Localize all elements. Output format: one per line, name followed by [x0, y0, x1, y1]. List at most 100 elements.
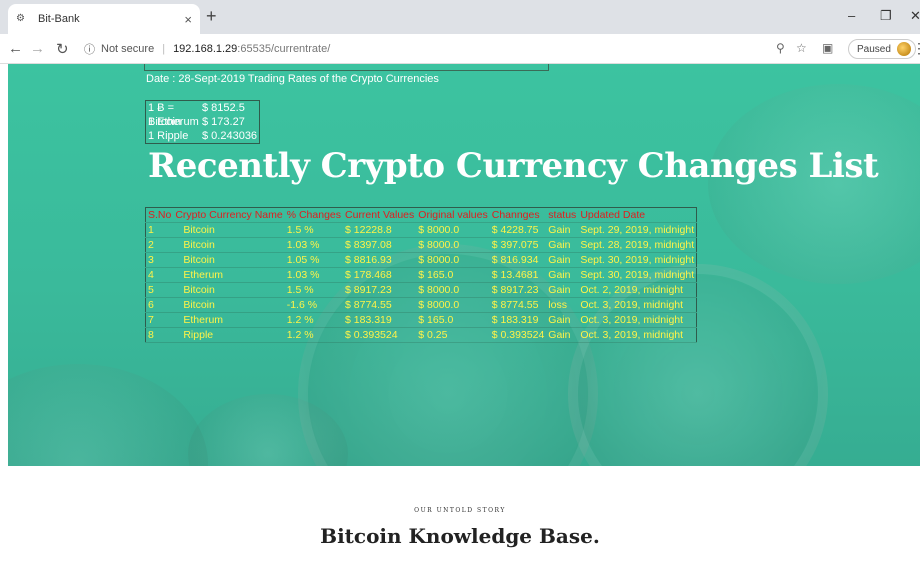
- table-cell: $ 183.319: [489, 312, 547, 328]
- date-line: Date : 28-Sept-2019 Trading Rates of the…: [146, 73, 439, 85]
- not-secure-label: Not secure: [101, 43, 155, 55]
- table-cell: 1.03 %: [284, 267, 344, 283]
- table-row: 2 Bitcoin 1.03 % $ 8397.08 $ 8000.0 $ 397.075…: [145, 237, 697, 253]
- table-cell: Gain: [546, 222, 579, 238]
- table-header-row: S.No Crypto Currency Name % Changes Curr…: [145, 207, 697, 223]
- coin-graphic: [8, 364, 208, 466]
- tab-close-icon[interactable]: ×: [184, 12, 192, 27]
- back-icon[interactable]: ←: [8, 40, 23, 57]
- column-header: status: [546, 207, 579, 223]
- minimize-icon[interactable]: –: [848, 8, 855, 23]
- avatar: [896, 42, 911, 56]
- reload-icon[interactable]: ↻: [56, 40, 69, 58]
- rate-row: 1 Ƀ = Bitcoin $ 8152.5: [146, 101, 259, 128]
- restore-icon[interactable]: ❐: [880, 8, 892, 24]
- column-header: Channges: [489, 207, 547, 223]
- table-cell: 2: [145, 237, 174, 253]
- table-cell: Etherum: [173, 267, 285, 283]
- table-cell: Gain: [546, 312, 579, 328]
- table-cell: Ripple: [173, 327, 285, 343]
- table-cell: Gain: [546, 237, 579, 253]
- table-cell: 1.2 %: [284, 327, 344, 343]
- rate-value: $ 0.243036: [202, 130, 258, 142]
- table-cell: $ 816.934: [489, 252, 547, 268]
- url-field[interactable]: ⓘ Not secure | 192.168.1.29 :65535/curre…: [84, 38, 774, 60]
- table-cell: 3: [145, 252, 174, 268]
- zoom-icon[interactable]: ⚲: [776, 41, 785, 55]
- table-cell: $ 13.4681: [489, 267, 547, 283]
- table-cell: Bitcoin: [173, 222, 285, 238]
- table-cell: Gain: [546, 282, 579, 298]
- table-cell: $ 165.0: [416, 312, 490, 328]
- table-row: 6 Bitcoin -1.6 % $ 8774.55 $ 8000.0 $ 8774.55…: [145, 297, 697, 313]
- new-tab-button[interactable]: +: [206, 6, 217, 27]
- table-cell: $ 8000.0: [416, 297, 490, 313]
- table-cell: $ 0.393524: [489, 327, 547, 343]
- profile-paused-button[interactable]: Paused: [848, 39, 916, 59]
- table-cell: 1.05 %: [284, 252, 344, 268]
- table-cell: $ 0.25: [416, 327, 490, 343]
- url-separator: |: [162, 43, 166, 55]
- section-title: Bitcoin Knowledge Base.: [320, 524, 600, 548]
- table-row: 1 Bitcoin 1.5 % $ 12228.8 $ 8000.0 $ 4228.75 G…: [145, 222, 697, 238]
- table-cell: Oct. 3, 2019, midnight: [578, 327, 697, 343]
- table-cell: 5: [145, 282, 174, 298]
- page-title: Recently Crypto Currency Changes List: [148, 146, 879, 186]
- column-header: Current Values: [343, 207, 417, 223]
- table-cell: Sept. 30, 2019, midnight: [578, 252, 697, 268]
- table-cell: $ 8000.0: [416, 282, 490, 298]
- url-path: :65535/currentrate/: [237, 43, 331, 55]
- table-cell: 7: [145, 312, 174, 328]
- table-cell: $ 4228.75: [489, 222, 547, 238]
- table-cell: Oct. 2, 2019, midnight: [578, 282, 697, 298]
- column-header: % Changes: [284, 207, 344, 223]
- table-cell: Oct. 3, 2019, midnight: [578, 312, 697, 328]
- table-cell: $ 8774.55: [343, 297, 417, 313]
- table-cell: Gain: [546, 252, 579, 268]
- table-row: 8 Ripple 1.2 % $ 0.393524 $ 0.25 $ 0.393524 Ga…: [145, 327, 697, 343]
- table-cell: 1.5 %: [284, 282, 344, 298]
- browser-tab[interactable]: ⚙ Bit-Bank ×: [8, 4, 200, 34]
- rate-row: 1 Ripple $ 0.243036: [146, 129, 259, 143]
- menu-icon[interactable]: ⋮: [912, 40, 920, 57]
- rate-row: 1 Etherum $ 173.27: [146, 115, 259, 129]
- bitbank-favicon-icon: ⚙: [16, 13, 25, 24]
- table-cell: -1.6 %: [284, 297, 344, 313]
- rate-value: $ 8152.5: [202, 102, 245, 114]
- close-window-icon[interactable]: ✕: [910, 8, 920, 24]
- table-row: 3 Bitcoin 1.05 % $ 8816.93 $ 8000.0 $ 816.934…: [145, 252, 697, 268]
- table-cell: Gain: [546, 267, 579, 283]
- star-icon[interactable]: ☆: [796, 41, 807, 55]
- tab-strip: ⚙ Bit-Bank × + – ❐ ✕: [0, 0, 920, 34]
- table-cell: 8: [145, 327, 174, 343]
- story-label: OUR UNTOLD STORY: [414, 507, 506, 514]
- table-row: 4 Etherum 1.03 % $ 178.468 $ 165.0 $ 13.4681 G…: [145, 267, 697, 283]
- rates-box: 1 Ƀ = Bitcoin $ 8152.5 1 Etherum $ 173.2…: [145, 100, 261, 144]
- table-cell: $ 8917.23: [489, 282, 547, 298]
- table-cell: $ 8000.0: [416, 252, 490, 268]
- table-cell: $ 8816.93: [343, 252, 417, 268]
- cast-icon[interactable]: ▣: [822, 41, 833, 55]
- table-cell: $ 178.468: [343, 267, 417, 283]
- table-cell: Sept. 30, 2019, midnight: [578, 267, 697, 283]
- table-cell: Bitcoin: [173, 237, 285, 253]
- table-cell: Bitcoin: [173, 252, 285, 268]
- table-cell: $ 8397.08: [343, 237, 417, 253]
- table-cell: $ 183.319: [343, 312, 417, 328]
- column-header: Original values: [416, 207, 490, 223]
- table-cell: $ 8917.23: [343, 282, 417, 298]
- column-header: Updated Date: [578, 207, 697, 223]
- rate-name: 1 Ƀ = Bitcoin: [148, 102, 182, 128]
- table-cell: Sept. 28, 2019, midnight: [578, 237, 697, 253]
- table-cell: 1.2 %: [284, 312, 344, 328]
- info-icon[interactable]: ⓘ: [84, 41, 95, 57]
- table-cell: $ 8774.55: [489, 297, 547, 313]
- hero-section: Date : 28-Sept-2019 Trading Rates of the…: [8, 64, 920, 466]
- table-cell: $ 8000.0: [416, 237, 490, 253]
- rate-name: 1 Etherum: [148, 116, 199, 128]
- address-bar: ← → ↻ ⓘ Not secure | 192.168.1.29 :65535…: [0, 34, 920, 64]
- table-row: 7 Etherum 1.2 % $ 183.319 $ 165.0 $ 183.319 Ga…: [145, 312, 697, 328]
- table-cell: Sept. 29, 2019, midnight: [578, 222, 697, 238]
- forward-icon[interactable]: →: [30, 40, 45, 57]
- table-cell: 1: [145, 222, 174, 238]
